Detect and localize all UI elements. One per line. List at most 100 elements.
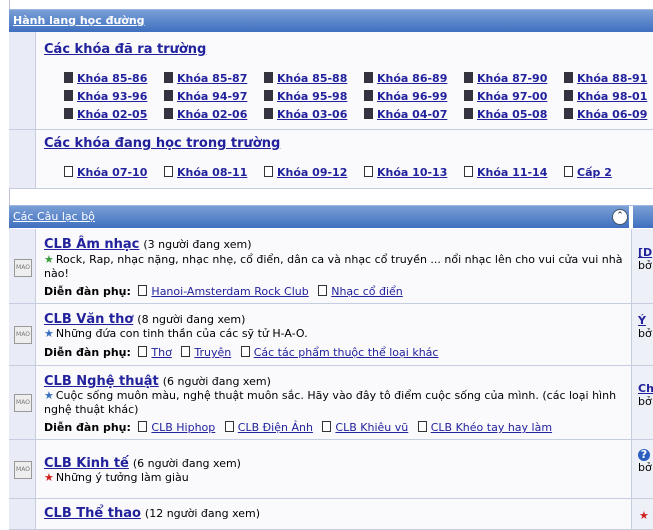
subforum-link[interactable]: Khóa 95-98 — [277, 90, 347, 103]
forum-link-the-thao[interactable]: CLB Thể thao — [44, 506, 141, 521]
forum-status-icon: MAO — [14, 461, 32, 479]
subforum-item: Khóa 05-08 — [464, 108, 547, 121]
subforum-link[interactable]: Khóa 04-07 — [377, 108, 447, 121]
subforum-link[interactable]: Khóa 97-00 — [477, 90, 547, 103]
subforum-link[interactable]: Hanoi-Amsterdam Rock Club — [151, 285, 308, 298]
subforum-link[interactable]: Truyện — [194, 346, 231, 359]
forum-title: CLB Văn thơ (8 người đang xem) — [44, 312, 245, 327]
last-post-link[interactable]: [D — [638, 246, 652, 259]
last-post-author: bở — [638, 461, 652, 474]
subforum-link[interactable]: Nhạc cổ điển — [331, 285, 403, 298]
subforum-link[interactable]: Khóa 87-90 — [477, 72, 547, 85]
subforum-link[interactable]: CLB Khéo tay hay làm — [431, 421, 552, 434]
subforum-link[interactable]: CLB Khiêu vũ — [335, 421, 408, 434]
document-icon — [417, 421, 427, 432]
question-icon[interactable]: ? — [638, 449, 650, 461]
forum-link-van-tho[interactable]: CLB Văn thơ — [44, 312, 133, 327]
document-icon — [64, 108, 73, 119]
subforum-item: Khóa 06-09 — [564, 108, 647, 121]
subforum-link[interactable]: Khóa 98-01 — [577, 90, 647, 103]
subforum-link[interactable]: Khóa 85-87 — [177, 72, 247, 85]
document-icon — [64, 166, 73, 177]
subforum-link[interactable]: Khóa 94-97 — [177, 90, 247, 103]
forum-row-am-nhac: MAO CLB Âm nhạc (3 người đang xem) ★ Rock,… — [9, 229, 653, 304]
subforum-list: Diễn đàn phụ: Thơ Truyện Các tác phẩm th… — [44, 346, 444, 359]
collapse-icon[interactable]: ⌃ — [612, 209, 628, 225]
document-icon — [364, 72, 373, 83]
forum-page: Hành lang học đường Các khóa đã ra trườn… — [0, 0, 653, 530]
subforum-item: Khóa 07-10 — [64, 166, 147, 179]
subforum-item: Khóa 02-05 — [64, 108, 147, 121]
category-link-hall[interactable]: Hành lang học đường — [13, 14, 145, 27]
subforum-link[interactable]: Thơ — [151, 346, 171, 359]
viewer-count: (8 người đang xem) — [137, 313, 246, 326]
subforum-item: Khóa 97-00 — [464, 90, 547, 103]
document-icon — [322, 421, 332, 432]
subforum-link[interactable]: Khóa 09-12 — [277, 166, 347, 179]
document-icon — [138, 285, 148, 296]
subforum-link[interactable]: CLB Điện Ảnh — [238, 421, 313, 434]
subforum-link[interactable]: Khóa 88-91 — [577, 72, 647, 85]
subforum-link[interactable]: Khóa 85-88 — [277, 72, 347, 85]
viewer-count: (12 người đang xem) — [144, 507, 261, 520]
subforum-item: Khóa 85-87 — [164, 72, 247, 85]
forum-link-current[interactable]: Các khóa đang học trong trường — [44, 136, 280, 151]
last-post-link[interactable]: Ch — [638, 382, 653, 395]
last-post-info: Ýbở — [638, 314, 652, 340]
subforum-link[interactable]: Khóa 85-86 — [77, 72, 147, 85]
document-icon — [564, 72, 573, 83]
last-post-info: [D bở — [638, 246, 652, 272]
subforum-link[interactable]: Khóa 08-11 — [177, 166, 247, 179]
subforum-link[interactable]: Khóa 05-08 — [477, 108, 547, 121]
forum-description-text: Những đứa con tinh thần của các sỹ tử H-… — [55, 327, 308, 340]
subforum-link[interactable]: Khóa 93-96 — [77, 90, 147, 103]
document-icon — [564, 166, 573, 177]
icon-cell — [9, 32, 36, 129]
last-post-info: Ch bở — [638, 382, 653, 408]
forum-title: CLB Âm nhạc (3 người đang xem) — [44, 237, 252, 252]
subforum-item: Khóa 85-88 — [264, 72, 347, 85]
subforum-item: Khóa 08-11 — [164, 166, 247, 179]
forum-link-am-nhac[interactable]: CLB Âm nhạc — [44, 237, 139, 252]
forum-link-nghe-thuat[interactable]: CLB Nghệ thuật — [44, 374, 159, 389]
forum-status-icon: MAO — [14, 394, 32, 412]
subforum-link[interactable]: Khóa 02-06 — [177, 108, 247, 121]
last-post-link[interactable]: Ý — [638, 314, 646, 327]
subforum-link[interactable]: Khóa 06-09 — [577, 108, 647, 121]
subforum-link[interactable]: Khóa 07-10 — [77, 166, 147, 179]
category-link-clubs[interactable]: Các Câu lạc bộ — [13, 210, 95, 223]
document-icon — [264, 166, 273, 177]
document-icon — [164, 166, 173, 177]
forum-row-nghe-thuat: MAO CLB Nghệ thuật (6 người đang xem) ★ Cu… — [9, 366, 653, 440]
subforum-link[interactable]: Khóa 10-13 — [377, 166, 447, 179]
document-icon — [464, 90, 473, 101]
subforum-link[interactable]: Cấp 2 — [577, 166, 612, 179]
subforum-item: Khóa 11-14 — [464, 166, 547, 179]
subforum-link[interactable]: Khóa 02-05 — [77, 108, 147, 121]
forum-title: CLB Thể thao (12 người đang xem) — [44, 506, 260, 521]
subforum-link[interactable]: Khóa 96-99 — [377, 90, 447, 103]
forum-row-van-tho: MAO CLB Văn thơ (8 người đang xem) ★ Những… — [9, 304, 653, 366]
subforum-link[interactable]: Khóa 11-14 — [477, 166, 547, 179]
document-icon — [464, 72, 473, 83]
subforum-item: Khóa 96-99 — [364, 90, 447, 103]
last-post-author: bở — [638, 327, 652, 340]
document-icon — [264, 108, 273, 119]
forum-title-current: Các khóa đang học trong trường — [44, 136, 280, 151]
document-icon — [264, 90, 273, 101]
subforum-item: Khóa 85-86 — [64, 72, 147, 85]
forum-link-graduated[interactable]: Các khóa đã ra trường — [44, 42, 206, 57]
document-icon — [464, 108, 473, 119]
subforum-link[interactable]: Khóa 86-89 — [377, 72, 447, 85]
document-icon — [138, 346, 148, 357]
document-icon — [464, 166, 473, 177]
subforum-list: Diễn đàn phụ: CLB Hiphop CLB Điện Ảnh CL… — [44, 421, 558, 434]
last-post-info: ★ — [639, 509, 651, 522]
subforum-link[interactable]: Khóa 03-06 — [277, 108, 347, 121]
subforum-link[interactable]: CLB Hiphop — [151, 421, 215, 434]
subforum-link[interactable]: Các tác phẩm thuộc thể loại khác — [254, 346, 439, 359]
subforum-item: Khóa 87-90 — [464, 72, 547, 85]
forum-description: ★ Rock, Rap, nhạc nặng, nhạc nhẹ, cổ điển… — [44, 253, 629, 281]
forum-link-kinh-te[interactable]: CLB Kinh tế — [44, 456, 129, 471]
category-header-hall: Hành lang học đường — [9, 9, 653, 32]
